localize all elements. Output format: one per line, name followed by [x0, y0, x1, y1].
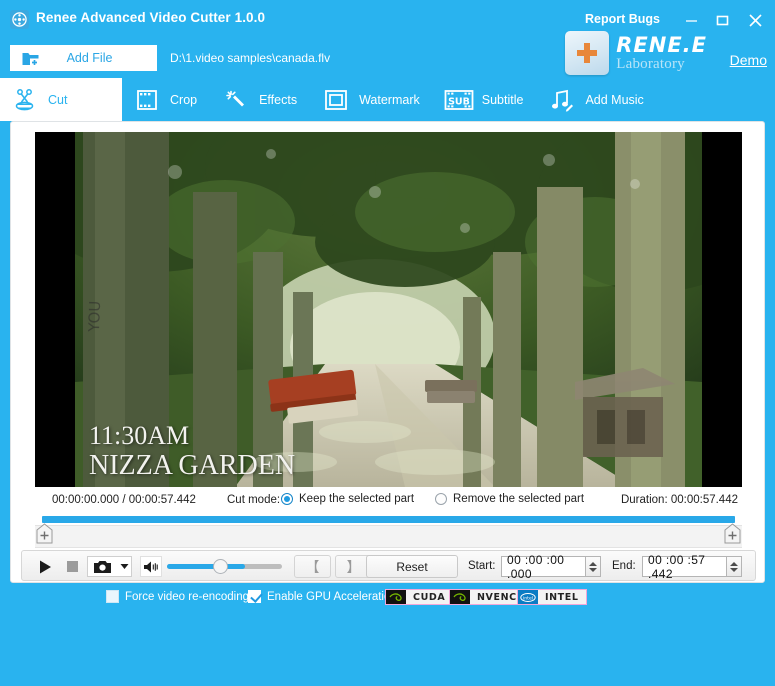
rene-key-icon	[565, 31, 609, 75]
tab-crop-label: Crop	[170, 93, 197, 107]
video-caption-line1: 11:30AM	[89, 421, 295, 450]
gpu-acceleration-box[interactable]	[248, 590, 261, 603]
time-position-text: 00:00:00.000 / 00:00:57.442	[52, 494, 196, 506]
music-note-pencil-icon	[547, 88, 577, 112]
reset-button[interactable]: Reset	[366, 555, 458, 578]
tab-add-music[interactable]: Add Music	[537, 78, 657, 121]
output-options: Force video re-encoding Enable GPU Accel…	[0, 590, 775, 686]
radio-keep-label: Keep the selected part	[299, 493, 414, 505]
magic-wand-icon	[221, 88, 251, 112]
play-button[interactable]	[34, 556, 56, 577]
minimize-button[interactable]	[679, 9, 703, 31]
add-file-button[interactable]: Add File	[10, 45, 157, 71]
tab-subtitle-label: Subtitle	[482, 93, 524, 107]
svg-text:YOU: YOU	[85, 300, 104, 333]
main-panel: YOU 11:30AM NIZZA GARDEN 00:00:00.000 / …	[10, 121, 765, 583]
video-preview[interactable]: YOU 11:30AM NIZZA GARDEN	[35, 132, 742, 487]
tab-add-music-label: Add Music	[585, 93, 643, 107]
trim-handle-right[interactable]	[723, 523, 742, 545]
film-reel-icon	[10, 10, 29, 29]
player-control-bar: 【 】 Reset Start: 00 :00 :00 .000 End: 00…	[21, 550, 756, 581]
mark-in-button[interactable]: 【	[294, 555, 331, 578]
tab-bar: Cut Crop Effects Wate	[0, 78, 775, 121]
end-time-stepper[interactable]	[727, 556, 742, 577]
svg-text:SUB: SUB	[448, 96, 470, 107]
svg-text:intel: intel	[523, 595, 533, 601]
start-time-field[interactable]: 00 :00 :00 .000	[501, 556, 586, 577]
tab-watermark-label: Watermark	[359, 93, 420, 107]
gpu-badge-cuda-label: CUDA	[406, 590, 452, 604]
demo-link[interactable]: Demo	[730, 52, 767, 68]
logo-main-text: RENE.E	[616, 35, 707, 56]
cut-mode-label: Cut mode:	[227, 494, 280, 506]
tab-cut-label: Cut	[48, 93, 67, 107]
tab-crop[interactable]: Crop	[122, 78, 211, 121]
gpu-acceleration-checkbox[interactable]: Enable GPU Acceleration	[248, 590, 397, 603]
volume-slider[interactable]	[167, 564, 282, 569]
gpu-badge-cuda: CUDA	[385, 589, 453, 605]
gpu-badge-intel: intel INTEL	[517, 589, 587, 605]
radio-keep-selected-part[interactable]: Keep the selected part	[281, 493, 414, 505]
force-reencode-label: Force video re-encoding	[125, 591, 249, 603]
start-time-label: Start:	[468, 560, 495, 572]
volume-fill	[167, 564, 245, 569]
trim-rail[interactable]	[35, 525, 742, 548]
intel-icon: intel	[518, 590, 538, 604]
tab-subtitle[interactable]: SUB Subtitle	[434, 78, 538, 121]
volume-knob[interactable]	[213, 559, 228, 574]
radio-keep-indicator	[281, 493, 293, 505]
maximize-button[interactable]	[710, 9, 734, 31]
snapshot-button[interactable]	[87, 556, 117, 577]
stop-button[interactable]	[62, 556, 82, 577]
trim-handle-left[interactable]	[35, 523, 54, 545]
snapshot-dropdown-button[interactable]	[117, 556, 132, 577]
add-file-label: Add File	[40, 51, 139, 65]
end-time-label: End:	[612, 560, 636, 572]
file-path-text: D:\1.video samples\canada.flv	[170, 51, 330, 65]
end-time-field[interactable]: 00 :00 :57 .442	[642, 556, 727, 577]
duration-text: Duration: 00:00:57.442	[621, 494, 738, 506]
trim-slider[interactable]	[35, 514, 742, 548]
video-frame: YOU 11:30AM NIZZA GARDEN	[75, 132, 702, 487]
tab-effects-label: Effects	[259, 93, 297, 107]
tab-effects[interactable]: Effects	[211, 78, 311, 121]
radio-remove-selected-part[interactable]: Remove the selected part	[435, 493, 584, 505]
trim-track[interactable]	[42, 516, 735, 523]
video-caption-line2: NIZZA GARDEN	[89, 450, 295, 481]
start-time-stepper[interactable]	[586, 556, 601, 577]
gpu-badge-nvenc: NVENC	[449, 589, 525, 605]
page-title: Renee Advanced Video Cutter 1.0.0	[36, 10, 265, 25]
close-button[interactable]	[743, 9, 767, 31]
subtitle-icon: SUB	[444, 89, 474, 111]
radio-remove-indicator	[435, 493, 447, 505]
nvidia-icon	[386, 590, 406, 604]
nvidia-icon	[450, 590, 470, 604]
frame-square-icon	[321, 89, 351, 111]
report-bugs-link[interactable]: Report Bugs	[585, 12, 660, 26]
film-frame-icon	[132, 88, 162, 112]
radio-remove-label: Remove the selected part	[453, 493, 584, 505]
gpu-badge-nvenc-label: NVENC	[470, 590, 524, 604]
video-caption: 11:30AM NIZZA GARDEN	[89, 421, 295, 481]
scissors-icon	[10, 87, 40, 113]
trim-selection	[42, 516, 735, 523]
logo-sub-text: Laboratory	[616, 57, 707, 72]
cut-info-row: 00:00:00.000 / 00:00:57.442 Cut mode: Ke…	[35, 493, 742, 511]
force-reencode-checkbox[interactable]: Force video re-encoding	[106, 590, 249, 603]
gpu-badge-intel-label: INTEL	[538, 590, 586, 604]
tab-watermark[interactable]: Watermark	[311, 78, 434, 121]
tab-cut[interactable]: Cut	[0, 78, 122, 121]
add-file-icon	[22, 50, 40, 67]
brand-logo: RENE.E Laboratory	[565, 30, 707, 76]
gpu-acceleration-label: Enable GPU Acceleration	[267, 591, 397, 603]
force-reencode-box[interactable]	[106, 590, 119, 603]
volume-button[interactable]	[140, 556, 162, 577]
